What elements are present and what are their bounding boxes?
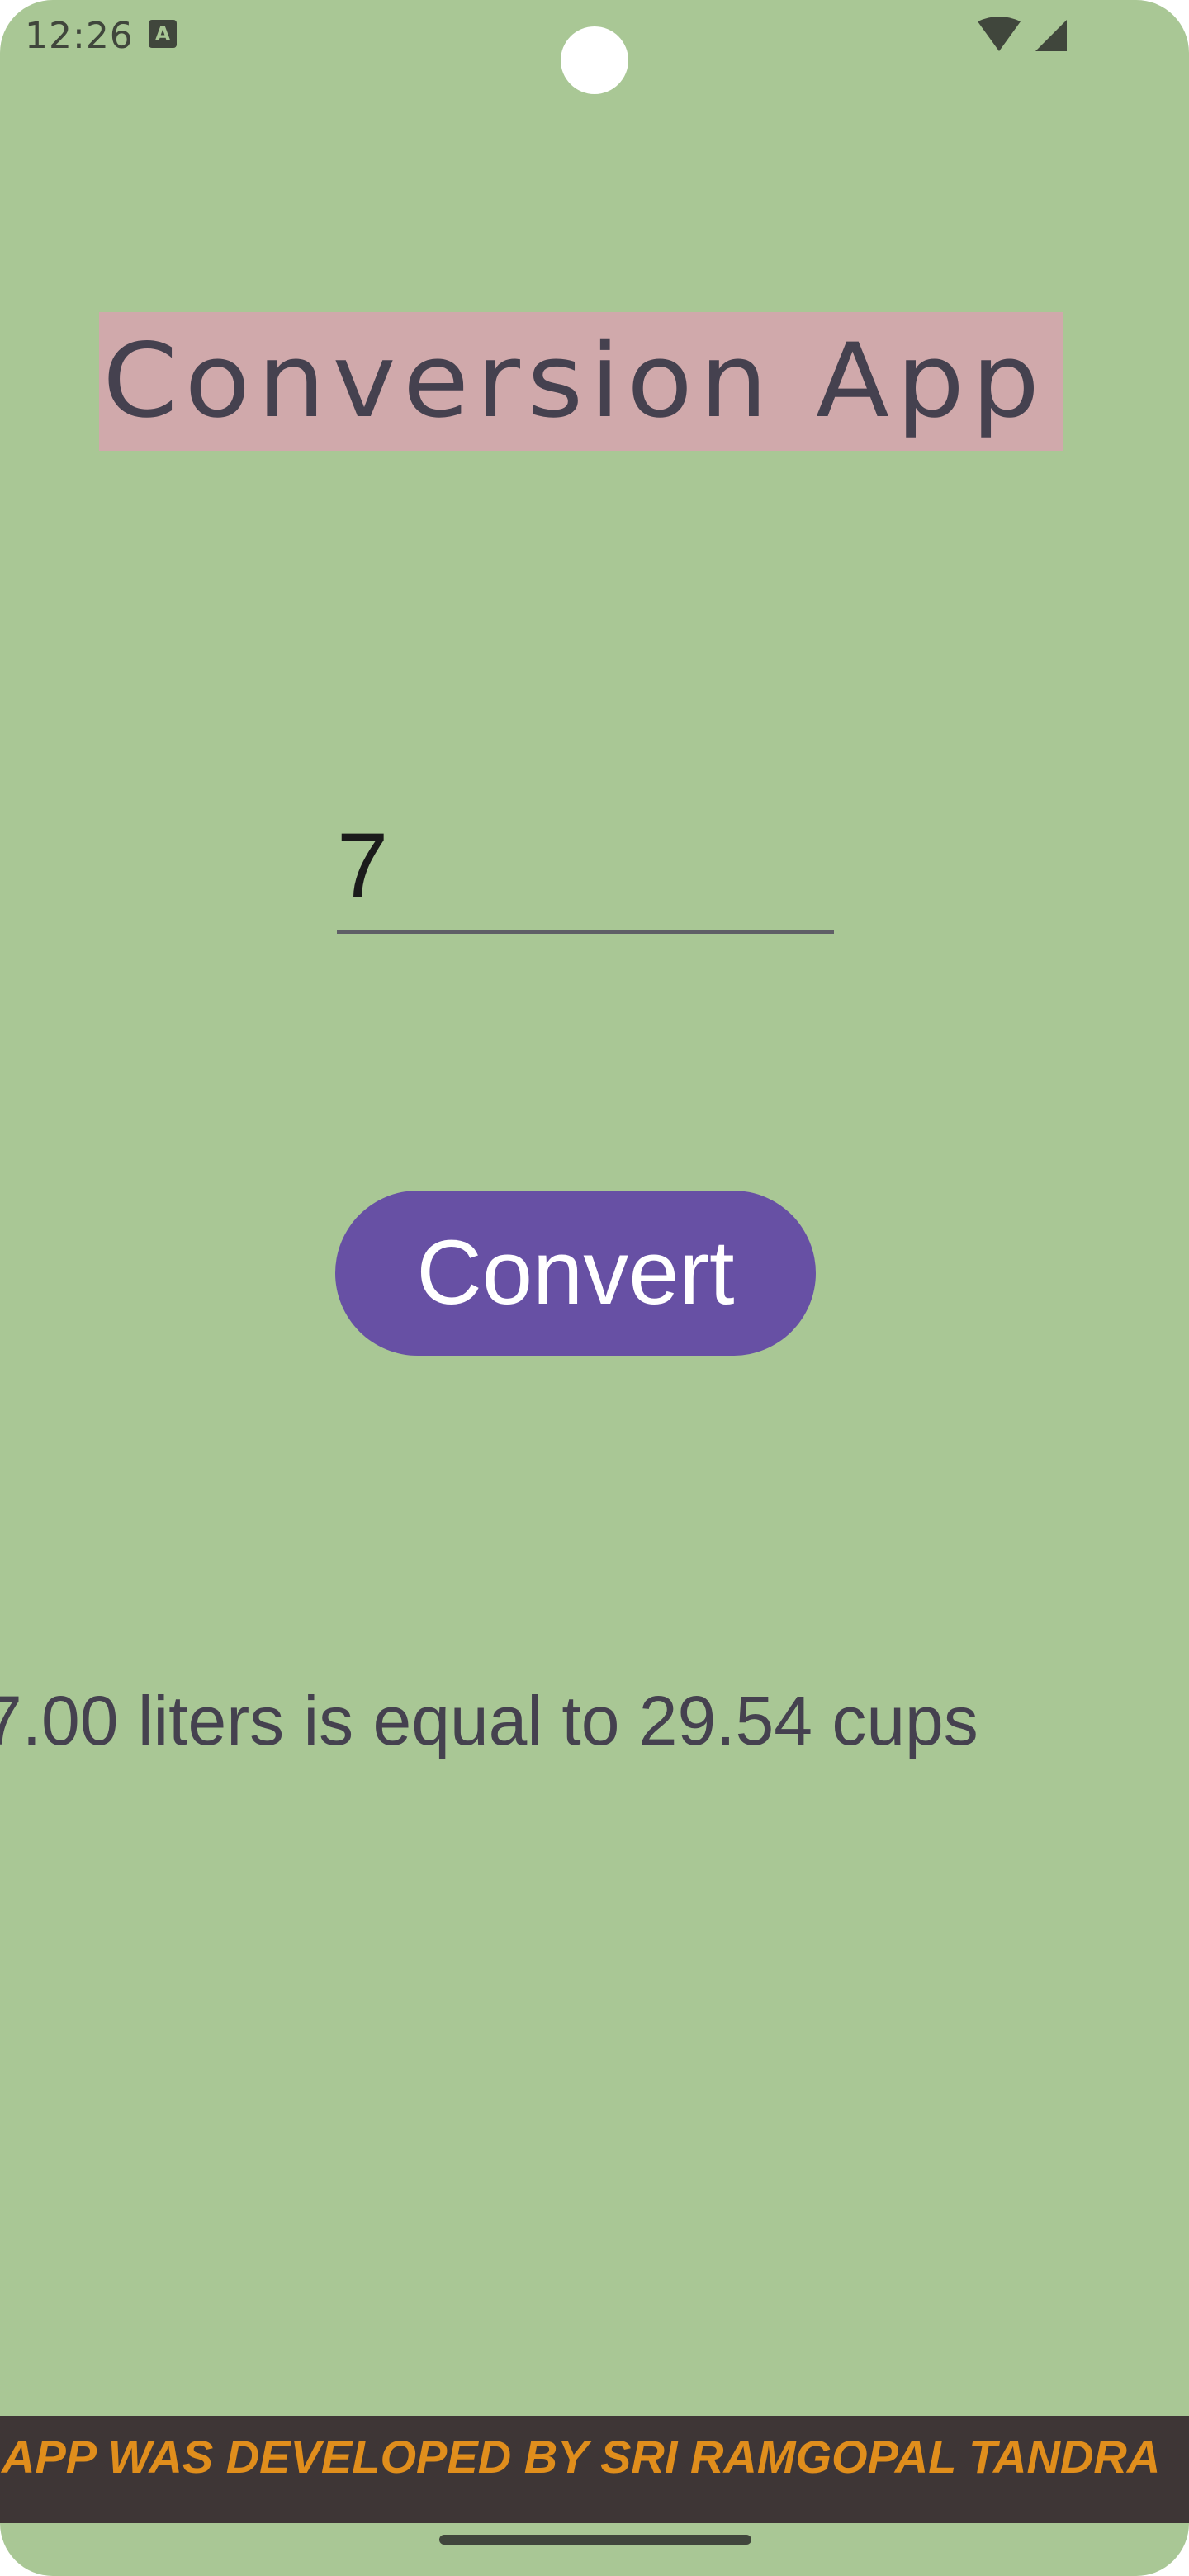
developer-credit-text: APP WAS DEVELOPED BY SRI RAMGOPAL TANDRA [2,2431,1161,2483]
input-underline [337,930,834,934]
value-input-container [337,799,834,935]
value-input[interactable] [337,799,834,931]
phone-screen: 12:26 A Conversion App Convert 7.00 lite… [0,0,1189,2576]
status-time: 12:26 [25,15,134,57]
cellular-signal-icon [1035,20,1067,51]
text-a-icon: A [149,20,177,48]
status-icons [978,17,1067,51]
app-title: Conversion App [102,322,1047,441]
wifi-icon [978,17,1021,51]
camera-cutout [561,26,628,94]
developer-credit-banner: APP WAS DEVELOPED BY SRI RAMGOPAL TANDRA [0,2416,1189,2523]
home-indicator[interactable] [439,2535,751,2545]
conversion-result: 7.00 liters is equal to 29.54 cups [0,1682,978,1759]
convert-button[interactable]: Convert [335,1191,816,1356]
app-title-banner: Conversion App [99,312,1063,451]
